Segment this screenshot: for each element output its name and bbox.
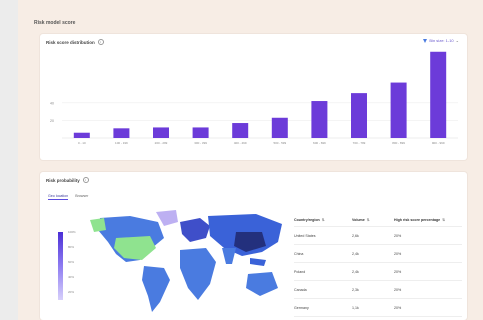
cell-country: Poland xyxy=(294,269,306,274)
x-tick-label: 500 - 599 xyxy=(273,141,286,145)
cell-volume: 2,4k xyxy=(352,269,359,274)
bar[interactable] xyxy=(153,127,169,138)
cell-volume: 2,6k xyxy=(352,233,359,238)
x-tick-label: 900 - 999 xyxy=(432,141,445,145)
map-region-africa xyxy=(180,248,216,300)
cell-percentage: 20% xyxy=(394,233,402,238)
risk-distribution-chart: 20 40 0 - 10 100 - 199 200 - 299 300 - 399 400… xyxy=(50,51,458,145)
cell-volume: 2,3k xyxy=(352,287,359,292)
cell-country: Germany xyxy=(294,305,309,310)
map-region-europe xyxy=(180,218,210,242)
y-tick-label: 40 xyxy=(50,101,54,105)
cell-volume: 2,4k xyxy=(352,251,359,256)
map-region-australia xyxy=(246,272,278,296)
map-region-india xyxy=(222,248,236,264)
tab-geo-location[interactable]: Geo location xyxy=(48,194,69,200)
x-tick-label: 800 - 899 xyxy=(392,141,405,145)
table-row[interactable]: Poland 2,4k 20% xyxy=(294,263,462,281)
table-row[interactable]: United States 2,6k 20% xyxy=(294,227,462,245)
page-title: Risk model score xyxy=(34,20,76,26)
bar[interactable] xyxy=(390,82,407,138)
x-tick-label: 600 - 699 xyxy=(313,141,326,145)
table-header: Country/region ⇅ Volume ⇅ High risk score … xyxy=(294,214,462,227)
bar[interactable] xyxy=(113,128,130,138)
cell-percentage: 20% xyxy=(394,251,402,256)
cell-percentage: 20% xyxy=(394,305,402,310)
map-region-greenland xyxy=(156,210,178,226)
cell-country: China xyxy=(294,251,304,256)
table-row[interactable]: Canada 2,3k 20% xyxy=(294,281,462,299)
sort-icon[interactable]: ⇅ xyxy=(322,218,325,222)
cell-percentage: 20% xyxy=(394,287,402,292)
bar[interactable] xyxy=(351,93,367,138)
column-header-country: Country/region xyxy=(294,218,320,222)
bar[interactable] xyxy=(311,101,328,138)
risk-distribution-card: Risk score distribution i Bin size: 1-10… xyxy=(40,34,467,160)
table-row[interactable]: China 2,4k 20% xyxy=(294,245,462,263)
tab-browser[interactable]: Browser xyxy=(75,194,88,200)
cell-country: Canada xyxy=(294,287,307,292)
view-tabs: Geo location Browser xyxy=(48,194,88,200)
sort-icon[interactable]: ⇅ xyxy=(367,218,370,222)
bar[interactable] xyxy=(271,117,288,138)
world-map[interactable] xyxy=(60,208,290,316)
x-tick-label: 300 - 399 xyxy=(194,141,207,145)
cell-percentage: 20% xyxy=(394,269,402,274)
risk-probability-card: Risk probability i Geo location Browser … xyxy=(40,172,467,320)
country-table: Country/region ⇅ Volume ⇅ High risk score … xyxy=(294,214,462,317)
cell-volume: 1,1k xyxy=(352,305,359,310)
bar[interactable] xyxy=(192,127,209,138)
y-tick-label: 20 xyxy=(50,119,54,123)
bar[interactable] xyxy=(430,51,447,138)
risk-probability-title: Risk probability xyxy=(46,177,80,183)
map-region-alaska xyxy=(90,218,106,232)
x-tick-label: 100 - 199 xyxy=(115,141,128,145)
map-region-islands xyxy=(250,258,266,266)
x-tick-label: 400 - 499 xyxy=(234,141,247,145)
column-header-risk-percentage: High risk score percentage xyxy=(394,218,441,222)
bar[interactable] xyxy=(232,123,249,138)
table-row[interactable]: Germany 1,1k 20% xyxy=(294,299,462,317)
cell-country: United States xyxy=(294,233,316,238)
map-region-south-america xyxy=(142,266,170,312)
page-frame: Risk model score Risk score distribution… xyxy=(18,0,483,320)
x-tick-label: 200 - 299 xyxy=(155,141,168,145)
column-header-volume: Volume xyxy=(352,218,365,222)
sort-icon[interactable]: ⇅ xyxy=(442,218,445,222)
x-tick-label: 700 - 799 xyxy=(353,141,366,145)
x-tick-label: 0 - 10 xyxy=(78,141,86,145)
info-icon[interactable]: i xyxy=(82,177,89,183)
bar[interactable] xyxy=(73,132,90,138)
